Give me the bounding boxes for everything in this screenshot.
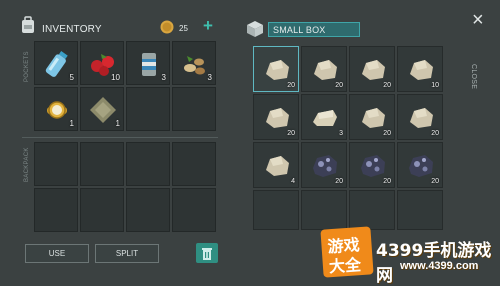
box-slot-stone[interactable]: 10 xyxy=(397,46,443,92)
backpack-slot[interactable] xyxy=(34,142,78,186)
pocket-slot-water-bottle[interactable]: 5 xyxy=(34,41,78,85)
watermark-badge-bottom: 大全 xyxy=(328,255,362,277)
item-count: 20 xyxy=(287,82,295,89)
trash-icon xyxy=(202,248,212,260)
item-count: 3 xyxy=(161,73,166,82)
backpack-slot[interactable] xyxy=(172,142,216,186)
pockets-label: POCKETS xyxy=(24,51,30,82)
item-count: 20 xyxy=(431,178,439,185)
box-slot-iron-ore[interactable]: 20 xyxy=(349,142,395,188)
item-count: 20 xyxy=(383,82,391,89)
item-count: 1 xyxy=(69,119,74,128)
split-button[interactable]: SPLIT xyxy=(95,244,159,263)
box-slot-stone[interactable]: 20 xyxy=(349,94,395,140)
backpack-slot[interactable] xyxy=(34,188,78,232)
item-count: 20 xyxy=(335,178,343,185)
pocket-slot-empty[interactable] xyxy=(172,87,216,131)
box-slot-empty[interactable] xyxy=(349,190,395,230)
item-count: 20 xyxy=(383,178,391,185)
item-count: 20 xyxy=(335,82,343,89)
stone-icon xyxy=(266,156,289,176)
box-title: SMALL BOX xyxy=(273,25,326,35)
item-count: 1 xyxy=(115,119,120,128)
item-count: 3 xyxy=(339,130,343,137)
box-title-field[interactable]: SMALL BOX xyxy=(268,22,360,37)
box-slot-iron-ore[interactable]: 20 xyxy=(397,142,443,188)
backpack-icon xyxy=(20,16,36,34)
item-count: 10 xyxy=(111,73,120,82)
canned-food-icon xyxy=(142,53,156,76)
watermark-url: www.4399.com xyxy=(400,260,479,272)
box-slot-stone[interactable]: 20 xyxy=(253,94,299,140)
box-slot-stone[interactable]: 20 xyxy=(253,46,299,92)
close-button[interactable]: × xyxy=(472,10,490,32)
section-divider xyxy=(22,137,218,138)
item-count: 20 xyxy=(431,130,439,137)
backpack-slot[interactable] xyxy=(126,142,170,186)
close-icon: × xyxy=(472,9,484,31)
pocket-slot-cloth-scrap[interactable]: 1 xyxy=(80,87,124,131)
backpack-label: BACKPACK xyxy=(24,147,30,182)
box-slot-stone[interactable]: 20 xyxy=(301,46,347,92)
item-count: 5 xyxy=(69,73,74,82)
backpack-slot[interactable] xyxy=(172,188,216,232)
pocket-slot-gold-watch[interactable]: 1 xyxy=(34,87,78,131)
pocket-slot-seeds[interactable]: 3 xyxy=(172,41,216,85)
water-bottle-icon xyxy=(45,51,68,77)
close-label: CLOSE xyxy=(470,64,477,90)
backpack-slot[interactable] xyxy=(126,188,170,232)
item-count: 3 xyxy=(207,73,212,82)
watermark-badge: 游戏 大全 xyxy=(320,226,374,278)
gold-watch-icon xyxy=(47,101,67,119)
item-count: 4 xyxy=(291,178,295,185)
backpack-slot[interactable] xyxy=(80,188,124,232)
box-slot-empty[interactable] xyxy=(253,190,299,230)
item-count: 10 xyxy=(431,82,439,89)
backpack-slot[interactable] xyxy=(80,142,124,186)
box-slot-empty[interactable] xyxy=(301,190,347,230)
box-slot-stone[interactable]: 20 xyxy=(397,94,443,140)
inventory-title: INVENTORY xyxy=(42,24,102,35)
box-slot-iron-ore[interactable]: 20 xyxy=(301,142,347,188)
trash-button[interactable] xyxy=(196,243,218,263)
pocket-slot-empty[interactable] xyxy=(126,87,170,131)
limestone-icon xyxy=(313,110,337,126)
box-slot-empty[interactable] xyxy=(397,190,443,230)
box-slot-stone[interactable]: 4 xyxy=(253,142,299,188)
item-count: 20 xyxy=(287,130,295,137)
add-coins-button[interactable]: + xyxy=(203,16,213,36)
item-count: 20 xyxy=(383,130,391,137)
small-box-icon xyxy=(246,20,264,38)
pocket-slot-canned-food[interactable]: 3 xyxy=(126,41,170,85)
pocket-slot-berries[interactable]: 10 xyxy=(80,41,124,85)
coin-count: 25 xyxy=(179,24,188,33)
coin-icon xyxy=(160,20,174,34)
seeds-icon xyxy=(184,56,205,75)
cloth-scrap-icon xyxy=(90,97,116,123)
box-slot-limestone[interactable]: 3 xyxy=(301,94,347,140)
box-slot-stone[interactable]: 20 xyxy=(349,46,395,92)
use-button[interactable]: USE xyxy=(25,244,89,263)
